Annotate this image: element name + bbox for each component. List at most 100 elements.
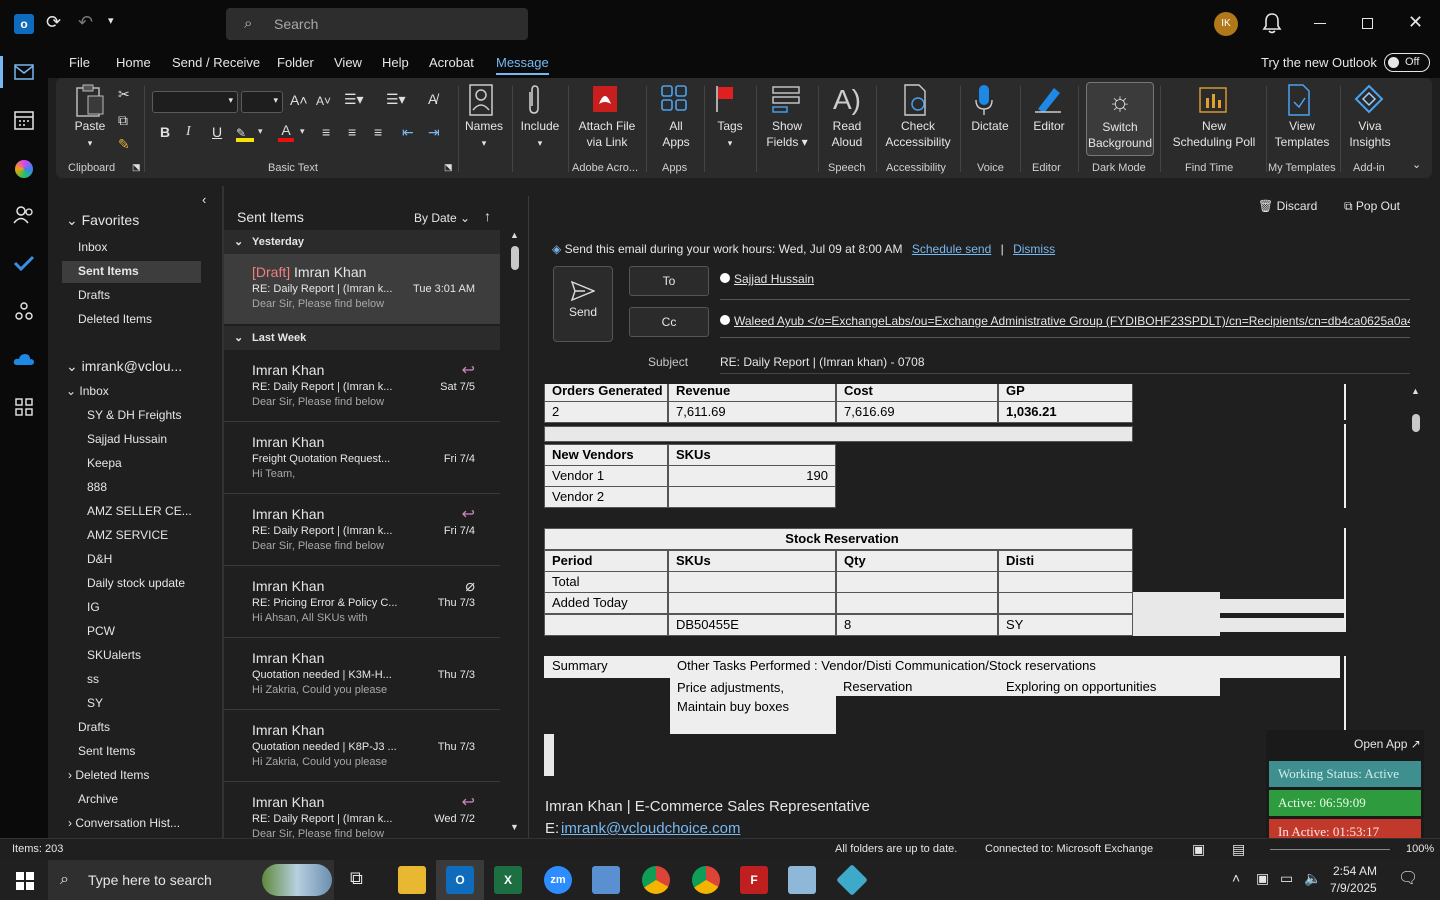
send-button[interactable]: Send bbox=[553, 266, 613, 342]
clipboard-launcher-icon[interactable]: ⬔ bbox=[132, 162, 141, 173]
copy-icon[interactable]: ⧉ bbox=[118, 112, 128, 129]
folder-conversation-history[interactable]: › Conversation Hist... bbox=[68, 816, 180, 830]
to-field[interactable]: Sajjad Hussain bbox=[720, 272, 1410, 300]
dictate-button[interactable]: Dictate bbox=[964, 84, 1016, 134]
network-icon[interactable]: ▭ bbox=[1280, 870, 1293, 887]
editor-button[interactable]: Editor bbox=[1024, 84, 1074, 134]
italic-button[interactable]: I bbox=[186, 124, 191, 140]
clock-time[interactable]: 2:54 AM bbox=[1333, 864, 1377, 878]
tags-button[interactable]: Tags ▾ bbox=[708, 84, 752, 151]
folder-sy[interactable]: SY bbox=[87, 696, 103, 710]
avatar[interactable]: IK bbox=[1214, 12, 1238, 36]
align-right-icon[interactable]: ≡ bbox=[374, 124, 382, 140]
close-icon[interactable]: ✕ bbox=[1408, 12, 1423, 33]
excel-taskbar-icon[interactable]: X bbox=[494, 866, 522, 894]
check-accessibility-button[interactable]: Check Accessibility bbox=[880, 84, 956, 150]
zoom-slider[interactable] bbox=[1270, 849, 1390, 850]
schedule-send-link[interactable]: Schedule send bbox=[912, 242, 991, 256]
format-painter-icon[interactable]: ✎ bbox=[118, 136, 130, 153]
underline-button[interactable]: U bbox=[212, 124, 222, 140]
tab-send-receive[interactable]: Send / Receive bbox=[172, 55, 260, 70]
grow-font-icon[interactable]: A˄ bbox=[290, 92, 308, 108]
list-item[interactable]: [Draft] Imran Khan RE: Daily Report | (I… bbox=[224, 254, 500, 324]
tab-folder[interactable]: Folder bbox=[277, 55, 314, 70]
ribbon-expand-icon[interactable]: ⌄ bbox=[1412, 158, 1421, 171]
outlook-taskbar-icon[interactable]: O bbox=[446, 866, 474, 894]
subject-field[interactable]: RE: Daily Report | (Imran khan) - 0708 bbox=[720, 350, 1410, 374]
clear-formatting-icon[interactable]: A̸ bbox=[428, 91, 437, 107]
msglist-scroll-thumb[interactable] bbox=[511, 246, 519, 270]
org-icon[interactable] bbox=[15, 302, 33, 320]
zoom-taskbar-icon[interactable]: zm bbox=[544, 866, 572, 894]
folder-sent-items[interactable]: Sent Items bbox=[78, 744, 135, 758]
to-recipient[interactable]: Sajjad Hussain bbox=[734, 272, 814, 286]
viva-insights-button[interactable]: Viva Insights bbox=[1344, 84, 1396, 150]
copilot-icon[interactable] bbox=[15, 160, 33, 178]
tab-message[interactable]: Message bbox=[496, 55, 549, 75]
task-view-icon[interactable]: ⧉ bbox=[350, 868, 363, 889]
account-header[interactable]: ⌄ imrank@vclou... bbox=[66, 358, 182, 375]
switch-background-button[interactable]: ☼ Switch Background bbox=[1086, 82, 1154, 156]
chrome-taskbar-icon[interactable] bbox=[642, 866, 670, 894]
folder-ig[interactable]: IG bbox=[87, 600, 100, 614]
folder-amz-service[interactable]: AMZ SERVICE bbox=[87, 528, 168, 542]
restore-icon[interactable] bbox=[1362, 18, 1373, 29]
fav-drafts[interactable]: Drafts bbox=[78, 288, 110, 302]
folder-ss[interactable]: ss bbox=[87, 672, 99, 686]
chrome-profile-taskbar-icon[interactable] bbox=[692, 866, 720, 894]
more-apps-icon[interactable] bbox=[15, 398, 33, 416]
list-item[interactable]: Imran Khan Freight Quotation Request... … bbox=[224, 424, 500, 494]
folder-sajjad-hussain[interactable]: Sajjad Hussain bbox=[87, 432, 167, 446]
collapse-pane-icon[interactable]: ‹ bbox=[202, 192, 206, 207]
list-item[interactable]: Imran Khan Quotation needed | K8P-J3 ...… bbox=[224, 712, 500, 782]
folder-drafts[interactable]: Drafts bbox=[78, 720, 110, 734]
folder-skualerts[interactable]: SKUalerts bbox=[87, 648, 141, 662]
folder-archive[interactable]: Archive bbox=[78, 792, 118, 806]
search-box[interactable]: ⌕ Search bbox=[226, 8, 528, 40]
view-templates-button[interactable]: View Templates bbox=[1268, 84, 1336, 150]
tab-view[interactable]: View bbox=[334, 55, 362, 70]
onedrive-icon[interactable] bbox=[13, 352, 35, 366]
shrink-font-icon[interactable]: A˅ bbox=[316, 94, 331, 108]
discard-button[interactable]: 🗑 Discard bbox=[1258, 199, 1317, 213]
all-apps-button[interactable]: All Apps bbox=[650, 84, 702, 150]
msglist-scrollbar[interactable]: ▲ ▼ bbox=[508, 230, 522, 836]
basic-text-launcher-icon[interactable]: ⬔ bbox=[444, 162, 453, 173]
font-size-dropdown[interactable]: ▾ bbox=[241, 91, 283, 113]
file-explorer-icon[interactable] bbox=[398, 866, 426, 894]
fav-inbox[interactable]: Inbox bbox=[78, 240, 107, 254]
font-family-dropdown[interactable]: ▾ bbox=[152, 91, 238, 113]
sort-dropdown[interactable]: By Date ⌄ bbox=[414, 211, 470, 225]
folder-amz-seller[interactable]: AMZ SELLER CE... bbox=[87, 504, 192, 518]
cut-icon[interactable]: ✂ bbox=[118, 86, 130, 103]
cc-button[interactable]: Cc bbox=[629, 307, 709, 337]
folder-sy-dh-freights[interactable]: SY & DH Freights bbox=[87, 408, 181, 422]
mail-icon[interactable] bbox=[14, 64, 34, 80]
clock-date[interactable]: 7/9/2025 bbox=[1330, 881, 1377, 895]
tray-app-icon[interactable]: ▣ bbox=[1256, 870, 1269, 887]
open-app-link[interactable]: Open App ↗ bbox=[1354, 737, 1421, 751]
notification-icon[interactable]: 🗨 bbox=[1398, 868, 1418, 888]
calendar-icon[interactable] bbox=[14, 110, 34, 130]
normal-view-icon[interactable]: ▣ bbox=[1192, 841, 1205, 858]
paste-button[interactable]: Paste ▾ bbox=[68, 84, 112, 151]
sort-direction-icon[interactable]: ↑ bbox=[484, 208, 491, 224]
dismiss-link[interactable]: Dismiss bbox=[1013, 242, 1055, 256]
tab-acrobat[interactable]: Acrobat bbox=[429, 55, 474, 70]
todo-icon[interactable] bbox=[13, 254, 35, 272]
undo-icon[interactable]: ↶ bbox=[78, 12, 93, 33]
cc-recipient[interactable]: Waleed Ayub </o=ExchangeLabs/ou=Exchange… bbox=[734, 314, 1410, 328]
align-left-icon[interactable]: ≡ bbox=[322, 124, 330, 140]
minimize-icon[interactable] bbox=[1314, 23, 1326, 24]
tab-home[interactable]: Home bbox=[116, 55, 151, 70]
filezilla-taskbar-icon[interactable]: F bbox=[740, 866, 768, 894]
numbering-icon[interactable]: ☰▾ bbox=[386, 91, 406, 108]
app-taskbar-icon[interactable] bbox=[788, 866, 816, 894]
group-yesterday[interactable]: ⌄ Yesterday bbox=[224, 230, 500, 254]
to-button[interactable]: To bbox=[629, 266, 709, 296]
bullets-icon[interactable]: ☰▾ bbox=[344, 91, 364, 108]
reading-view-icon[interactable]: ▤ bbox=[1232, 841, 1245, 858]
favorites-header[interactable]: ⌄ Favorites bbox=[66, 212, 139, 229]
folder-888[interactable]: 888 bbox=[87, 480, 107, 494]
increase-indent-icon[interactable]: ⇥ bbox=[428, 124, 440, 141]
